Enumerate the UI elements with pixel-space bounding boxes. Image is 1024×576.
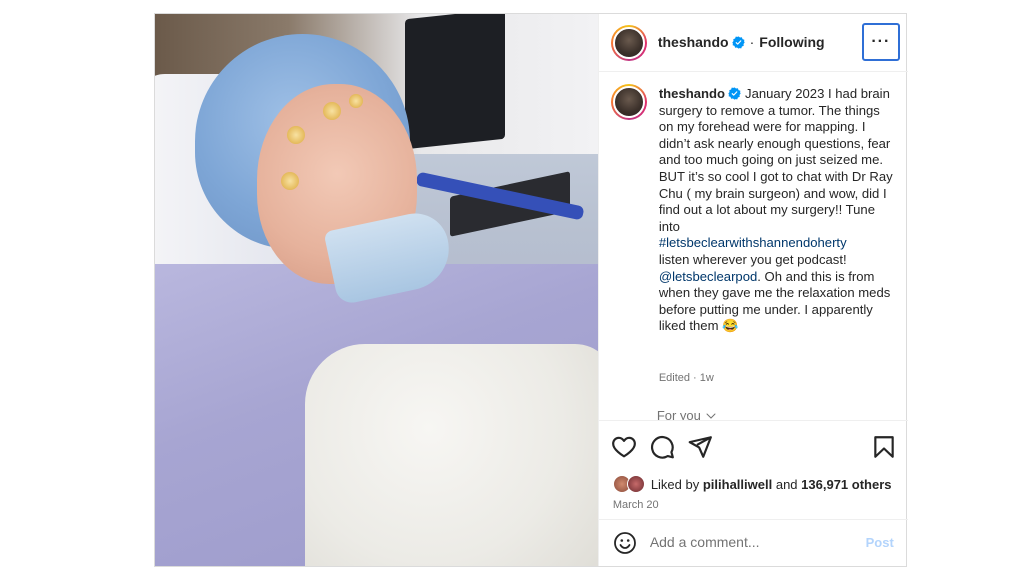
send-icon[interactable]	[687, 434, 713, 460]
caption-mid: listen wherever you get podcast!	[658, 251, 847, 267]
heart-icon[interactable]	[611, 434, 637, 460]
for-you-label: For you	[656, 408, 701, 420]
liker-avatars[interactable]	[612, 475, 647, 493]
caption-text: theshando January 2023 I had brain surge…	[659, 86, 893, 335]
photo-blanket	[305, 344, 598, 566]
action-bar: Liked by pilihalliwell and 136,971 other…	[598, 420, 908, 530]
photo-marker	[349, 94, 363, 108]
emoji-icon[interactable]	[613, 531, 637, 555]
caption-area: theshando January 2023 I had brain surge…	[599, 72, 908, 420]
photo-monitor	[405, 14, 505, 150]
post-card: theshando · Following ··· theshando Janu…	[154, 13, 908, 567]
caption-username[interactable]: theshando	[659, 86, 725, 101]
comment-icon[interactable]	[649, 434, 675, 460]
liker-avatar	[626, 475, 645, 493]
author-username[interactable]: theshando	[658, 34, 729, 50]
chevron-down-icon	[706, 413, 716, 419]
following-button[interactable]: Following	[759, 34, 824, 50]
header-name-row: theshando · Following	[658, 34, 825, 50]
liked-by-user-link[interactable]: pilihalliwell	[703, 477, 772, 492]
bookmark-icon[interactable]	[871, 434, 897, 460]
post-comment-button[interactable]: Post	[866, 535, 894, 550]
mention-link[interactable]: @letsbeclearpod	[659, 269, 757, 284]
photo-marker	[323, 102, 341, 120]
post-sidebar: theshando · Following ··· theshando Janu…	[597, 14, 908, 566]
verified-badge-icon	[731, 35, 745, 49]
caption-avatar[interactable]	[610, 84, 647, 120]
hashtag-link[interactable]: #letsbeclearwithshannendoherty	[659, 235, 847, 250]
verified-badge-icon	[728, 87, 741, 100]
post-date[interactable]: March 20	[613, 499, 659, 511]
post-photo[interactable]	[155, 14, 598, 566]
separator-dot: ·	[749, 34, 755, 50]
liked-and: and	[775, 476, 798, 492]
post-header: theshando · Following ···	[598, 14, 908, 72]
for-you-toggle[interactable]: For you	[657, 408, 717, 420]
photo-marker	[281, 172, 299, 190]
caption-body: January 2023 I had brain surgery to remo…	[658, 86, 893, 234]
edited-meta: Edited · 1w	[658, 372, 714, 384]
comment-input[interactable]: Add a comment...	[650, 534, 760, 550]
author-avatar[interactable]	[610, 25, 647, 61]
more-options-button[interactable]: ···	[861, 23, 900, 61]
likes-summary: Liked by pilihalliwell and 136,971 other…	[612, 475, 892, 493]
photo-marker	[287, 126, 305, 144]
liked-prefix: Liked by	[650, 476, 700, 492]
liked-others-link[interactable]: 136,971 others	[801, 477, 891, 492]
comment-bar: Add a comment... Post	[598, 519, 908, 566]
